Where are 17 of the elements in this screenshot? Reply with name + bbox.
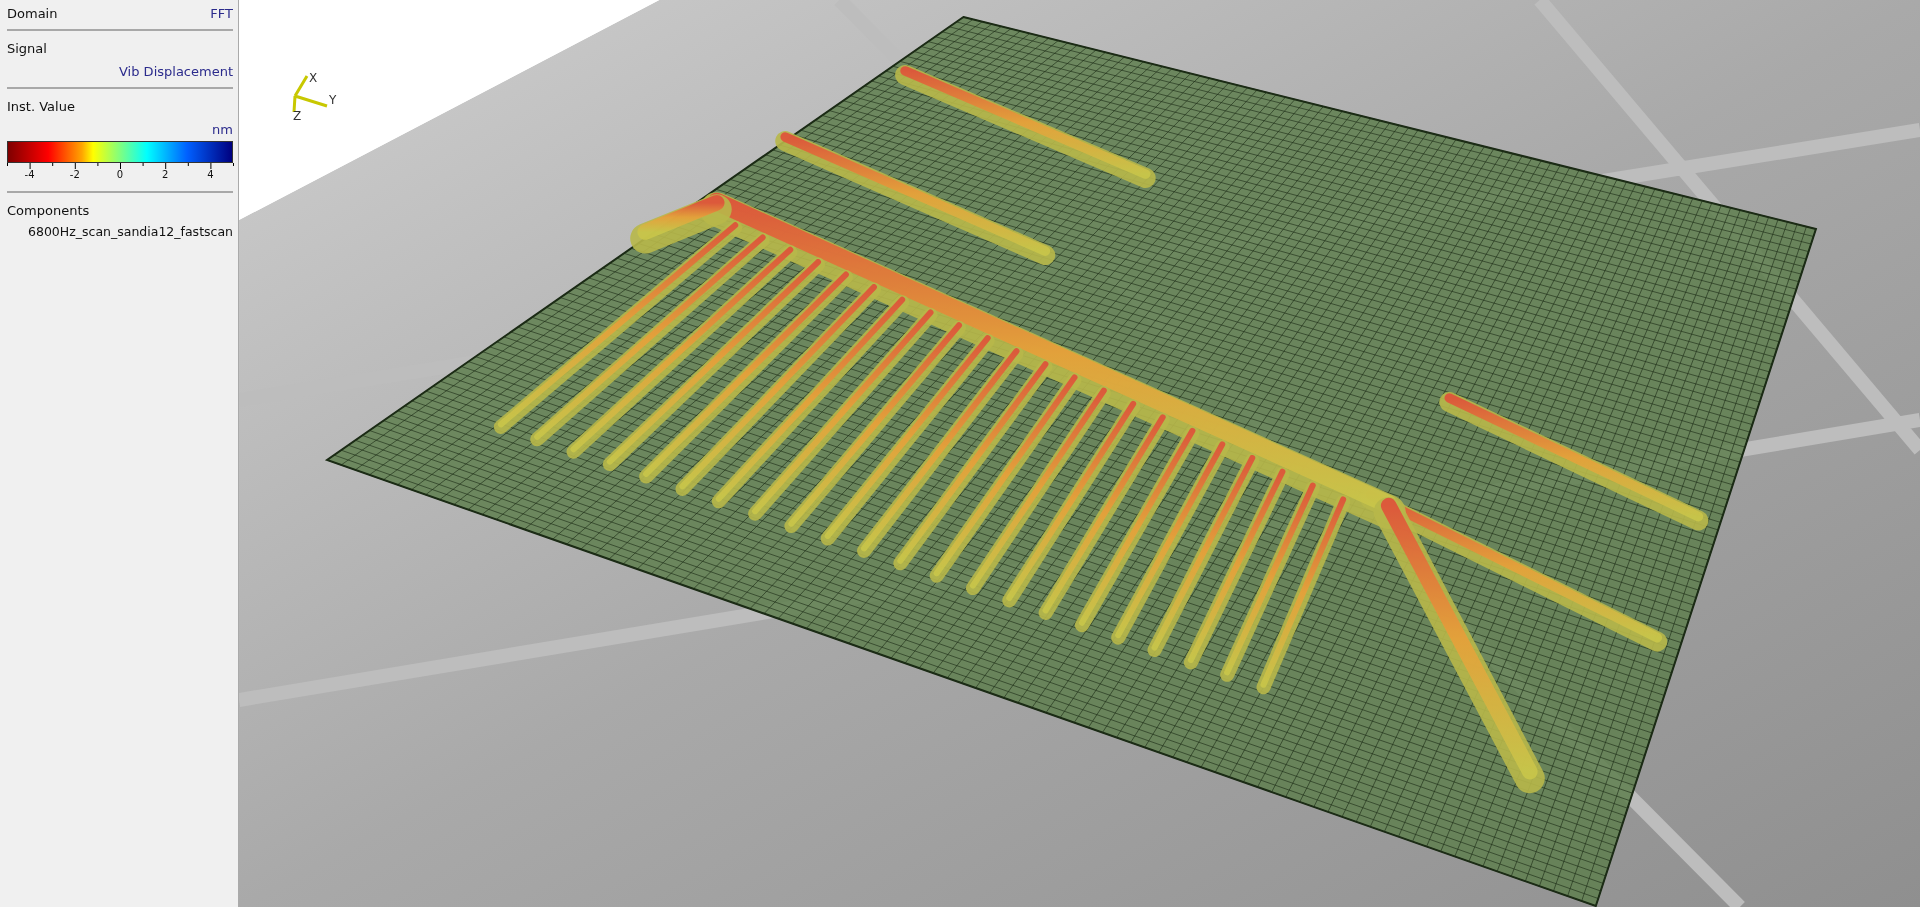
component-item[interactable]: 6800Hz_scan_sandia12_fastscan bbox=[28, 224, 233, 239]
unit-label: nm bbox=[212, 122, 233, 137]
colorbar-tick-label: 0 bbox=[116, 169, 124, 180]
domain-label: Domain bbox=[7, 6, 58, 21]
axis-label: Z bbox=[293, 110, 302, 122]
inst-value-label: Inst. Value bbox=[7, 99, 75, 114]
axis-label: X bbox=[309, 72, 318, 84]
colorbar-tick-label: 4 bbox=[207, 169, 214, 180]
colorbar-tick-label: -2 bbox=[69, 169, 80, 180]
colorbar-tick-label: 2 bbox=[162, 169, 169, 180]
components-label: Components bbox=[7, 203, 90, 218]
signal-value: Vib Displacement bbox=[119, 64, 233, 79]
axis-label: Y bbox=[329, 94, 337, 106]
colorbar-tick-label: -4 bbox=[24, 169, 35, 180]
signal-label: Signal bbox=[7, 41, 47, 56]
domain-value: FFT bbox=[210, 6, 233, 21]
3d-viewport[interactable]: X Y Z bbox=[239, 0, 1920, 907]
